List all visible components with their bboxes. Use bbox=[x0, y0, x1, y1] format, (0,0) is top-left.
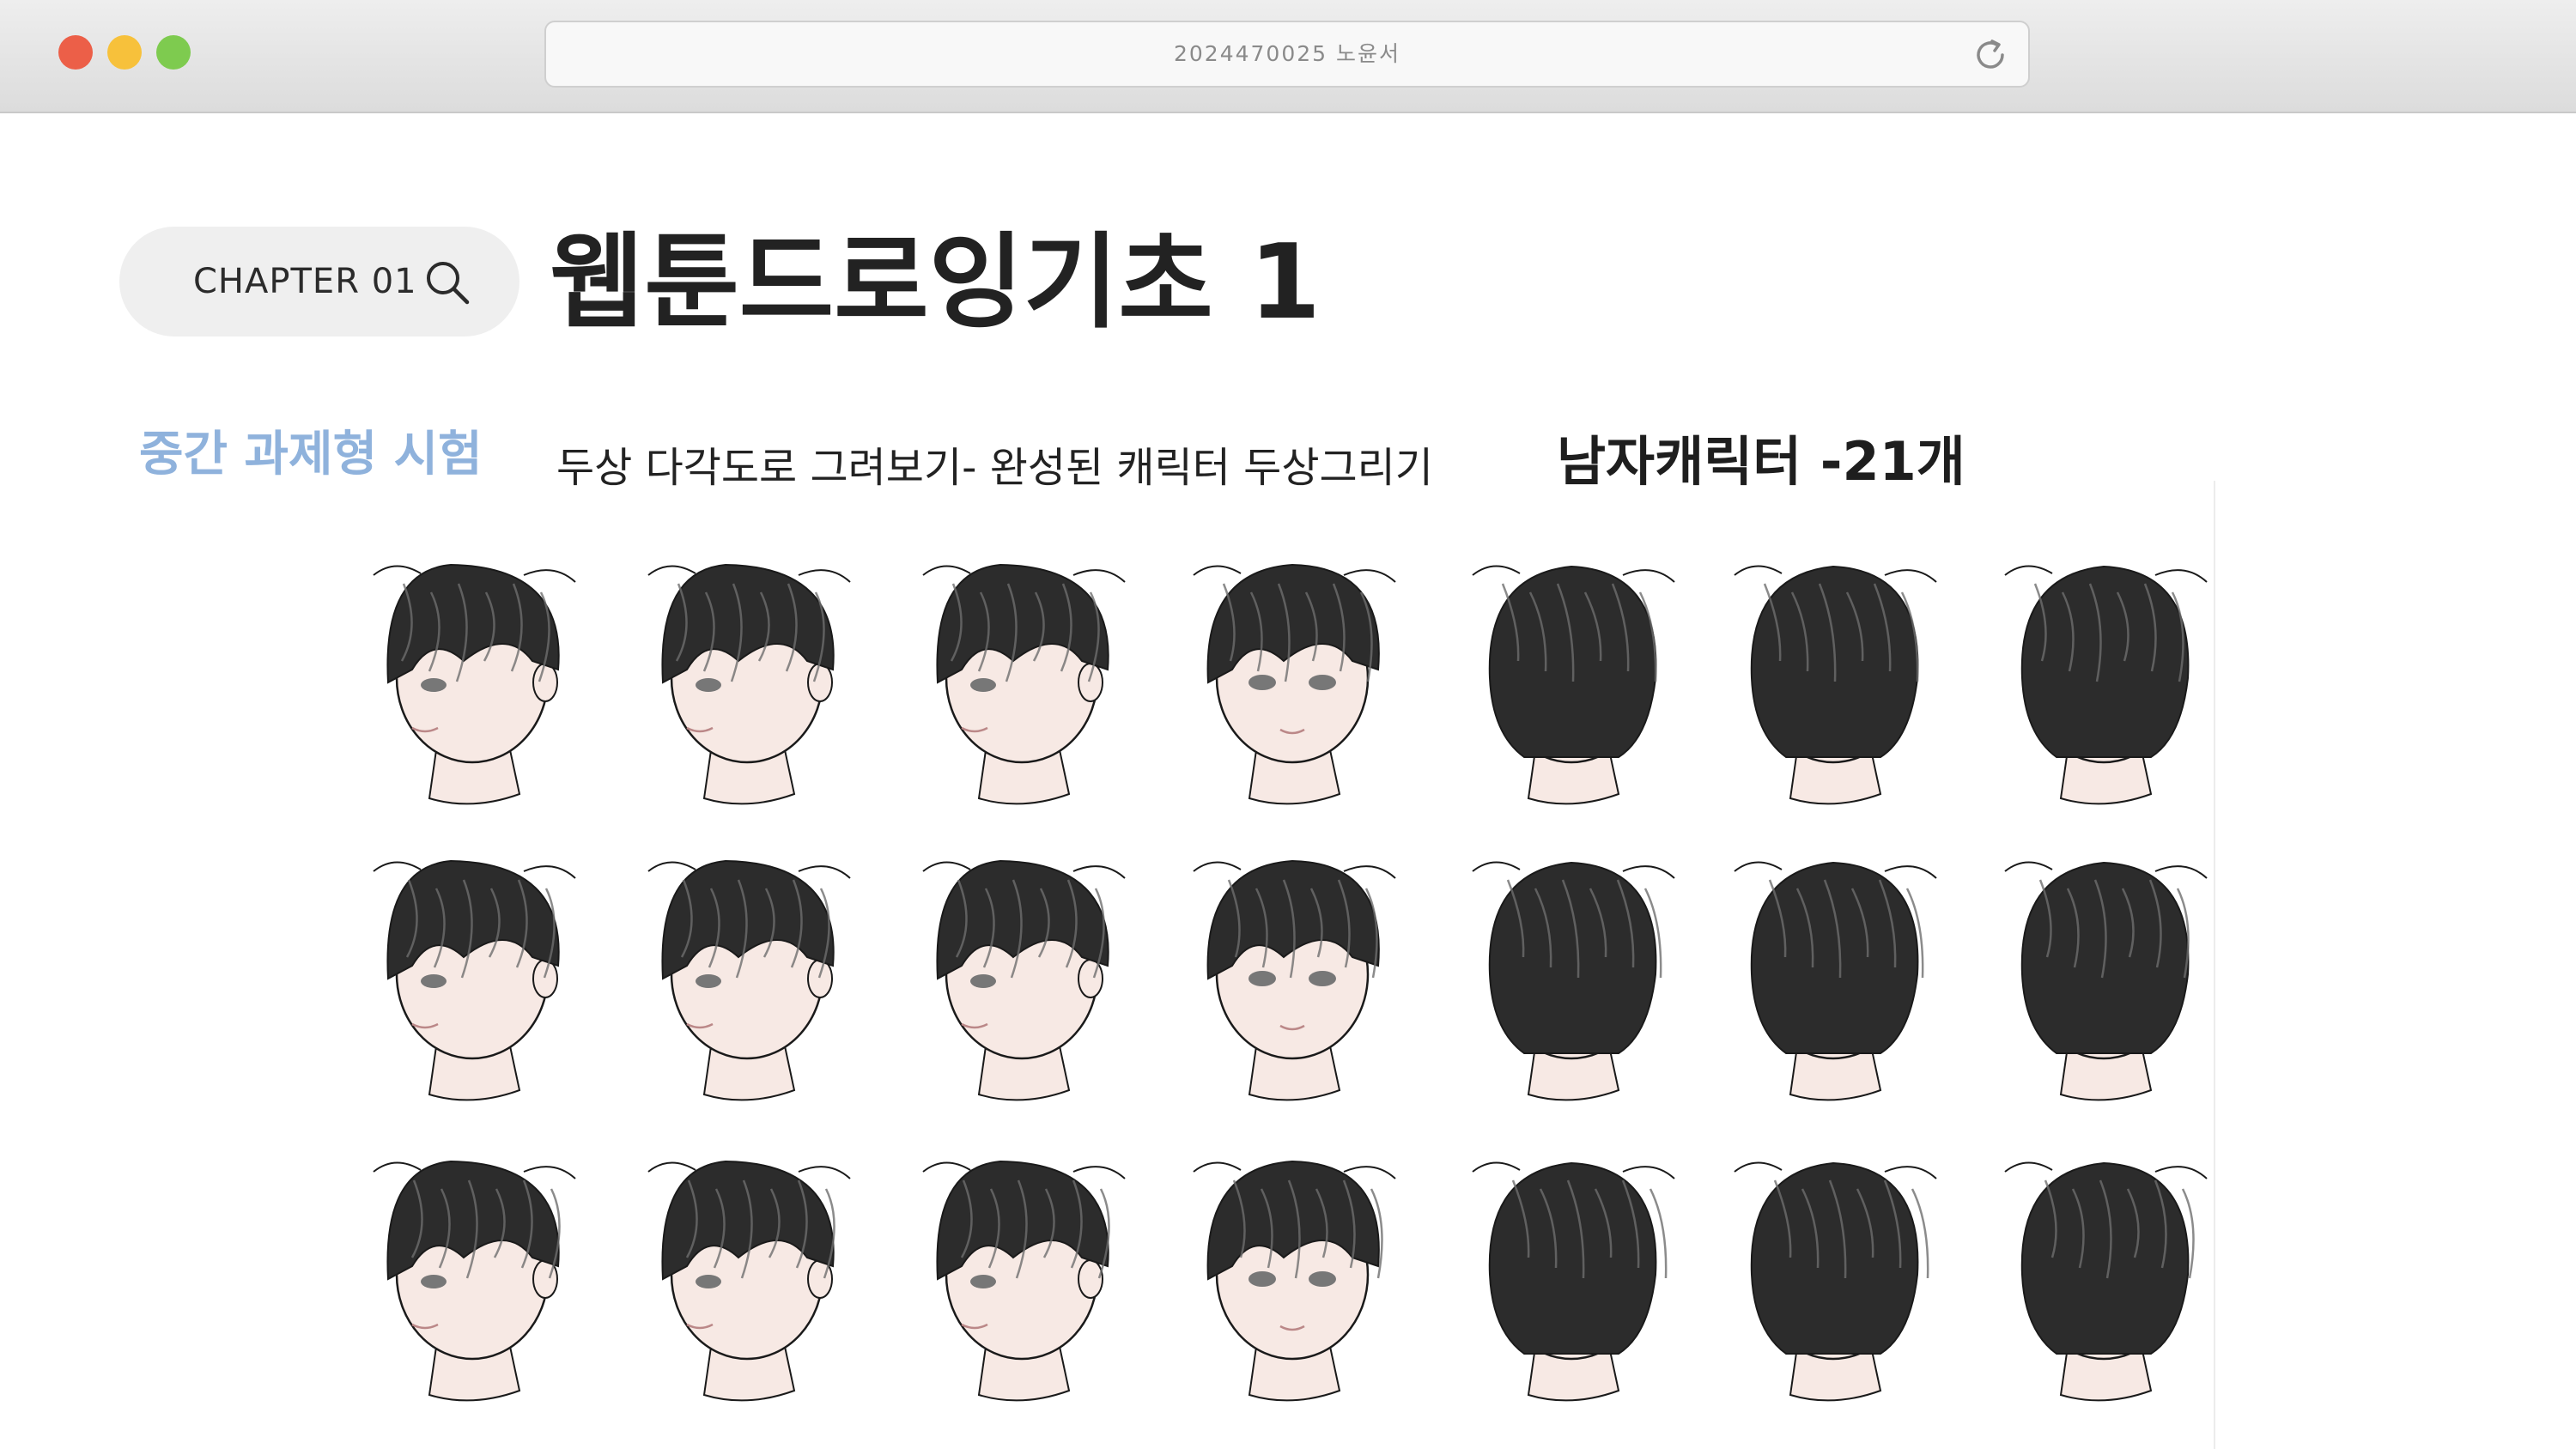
head-sketch-left-profile bbox=[361, 1129, 618, 1412]
chapter-label: CHAPTER 01 bbox=[193, 262, 417, 301]
head-sketch-back bbox=[1975, 1129, 2233, 1412]
head-sketch-right-back-three-quarter bbox=[1434, 1129, 1692, 1412]
address-text: 2024470025 노윤서 bbox=[1173, 41, 1400, 66]
search-icon[interactable] bbox=[423, 258, 471, 306]
close-window-button[interactable] bbox=[58, 35, 93, 70]
character-count: 남자캐릭터 -21개 bbox=[1557, 430, 1965, 493]
head-sketch-left-three-quarter bbox=[627, 1129, 884, 1412]
head-sketch-front bbox=[1163, 532, 1421, 815]
head-sketch-right-back-three-quarter bbox=[1434, 532, 1692, 815]
head-sketch-left-profile bbox=[361, 828, 618, 1112]
head-sketch-back-right bbox=[1704, 532, 1962, 815]
head-sketch-left-three-quarter bbox=[627, 532, 884, 815]
head-sketch-front bbox=[1163, 828, 1421, 1112]
head-sketch-sheet bbox=[361, 532, 2215, 1449]
head-sketch-left-profile bbox=[361, 532, 618, 815]
head-sketch-front bbox=[1163, 1129, 1421, 1412]
head-sketch-back-right bbox=[1704, 828, 1962, 1112]
address-bar[interactable]: 2024470025 노윤서 bbox=[544, 21, 2030, 88]
head-sketch-slight-left bbox=[893, 828, 1151, 1112]
reload-icon[interactable] bbox=[1971, 36, 2009, 74]
head-sketch-back-right bbox=[1704, 1129, 1962, 1412]
maximize-window-button[interactable] bbox=[156, 35, 191, 70]
chapter-search-pill[interactable]: CHAPTER 01 bbox=[119, 227, 519, 336]
page-title: 웹툰드로잉기초 1 bbox=[550, 223, 1321, 343]
window-titlebar: 2024470025 노윤서 bbox=[0, 0, 2576, 113]
task-description: 두상 다각도로 그려보기- 완성된 캐릭터 두상그리기 bbox=[556, 444, 1433, 492]
exam-type-label: 중간 과제형 시험 bbox=[139, 427, 483, 482]
head-sketch-back bbox=[1975, 532, 2233, 815]
head-sketch-left-three-quarter bbox=[627, 828, 884, 1112]
head-sketch-slight-left bbox=[893, 1129, 1151, 1412]
head-sketch-slight-left bbox=[893, 532, 1151, 815]
head-sketch-back bbox=[1975, 828, 2233, 1112]
minimize-window-button[interactable] bbox=[107, 35, 142, 70]
head-sketch-right-back-three-quarter bbox=[1434, 828, 1692, 1112]
